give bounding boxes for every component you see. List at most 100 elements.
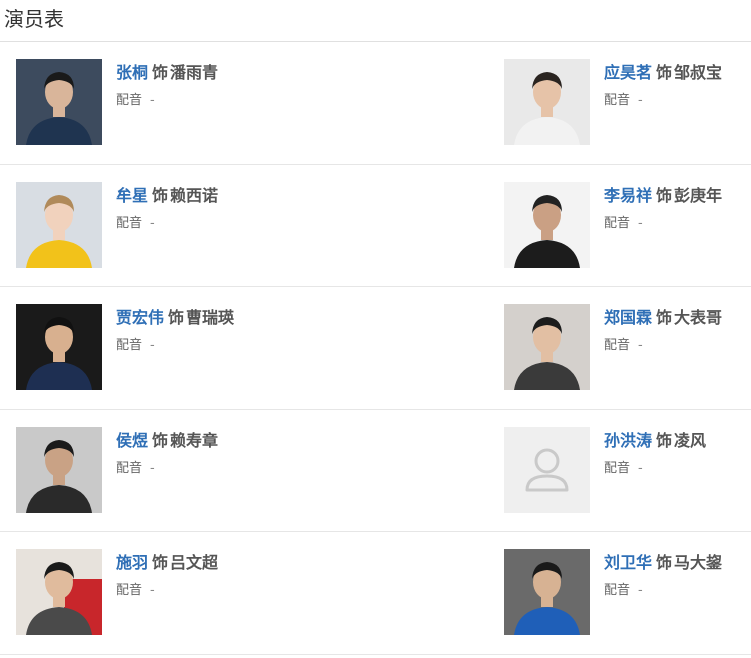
role-name: 吕文超	[170, 553, 219, 572]
actor-photo[interactable]	[504, 181, 590, 268]
as-label: 饰	[656, 430, 673, 450]
role-name: 曹瑞瑛	[186, 308, 235, 327]
dubbing-value: -	[150, 583, 155, 598]
as-label: 饰	[152, 430, 169, 450]
cast-title-line: 刘卫华饰马大鋆	[604, 551, 751, 575]
as-label: 饰	[152, 63, 169, 82]
cast-row: 侯煜饰赖寿章 配音 - 孙洪涛饰凌风 配音 -	[0, 410, 751, 532]
role-name: 大表哥	[674, 308, 723, 327]
cast-info: 贾宏伟饰曹瑞瑛 配音 -	[116, 306, 336, 355]
actor-photo-image	[16, 59, 102, 145]
actor-name-link[interactable]: 施羽	[116, 553, 148, 572]
dubbing-label: 配音	[116, 583, 143, 598]
dubbing-line: 配音 -	[116, 92, 336, 110]
cast-info: 孙洪涛饰凌风配音 -	[604, 429, 751, 478]
actor-name-link[interactable]: 刘卫华	[604, 553, 652, 572]
as-label: 饰	[152, 553, 169, 572]
dubbing-label: 配音	[116, 460, 143, 476]
avatar-placeholder-icon	[504, 426, 590, 513]
actor-photo-image	[16, 181, 102, 268]
actor-photo[interactable]	[504, 549, 590, 635]
cast-info: 刘卫华饰马大鋆配音 -	[604, 551, 751, 600]
actor-name-link[interactable]: 贾宏伟	[116, 308, 164, 327]
actor-photo[interactable]	[504, 59, 590, 145]
dubbing-line: 配音 -	[116, 460, 336, 478]
as-label: 饰	[656, 553, 673, 572]
cast-row: 张桐饰潘雨青 配音 - 应昊茗饰邹叔宝 配音 -	[0, 42, 751, 165]
actor-name-link[interactable]: 李易祥	[604, 186, 652, 205]
cast-item: 应昊茗饰邹叔宝 配音 -	[504, 59, 751, 147]
dubbing-line: 配音 -	[604, 582, 751, 600]
cast-title-line: 牟星饰赖西诺	[116, 184, 336, 208]
dubbing-value: -	[150, 215, 155, 231]
dubbing-label: 配音	[116, 338, 143, 353]
actor-name-link[interactable]: 应昊茗	[604, 63, 652, 82]
dubbing-value: -	[150, 460, 155, 476]
cast-title-line: 张桐饰潘雨青	[116, 61, 336, 85]
dubbing-line: 配音 -	[116, 337, 336, 355]
actor-photo-image	[16, 549, 102, 635]
cast-info: 应昊茗饰邹叔宝 配音 -	[604, 61, 751, 110]
actor-photo-image	[504, 304, 590, 390]
dubbing-value: -	[638, 215, 643, 231]
actor-photo-image	[504, 59, 590, 145]
actor-photo-image	[504, 181, 590, 268]
actor-name-link[interactable]: 张桐	[116, 63, 148, 82]
cast-info: 侯煜饰赖寿章配音 -	[116, 429, 336, 478]
dubbing-label: 配音	[604, 338, 631, 353]
actor-name-link[interactable]: 郑国霖	[604, 308, 652, 327]
dubbing-label: 配音	[116, 215, 143, 231]
role-name: 赖西诺	[170, 185, 219, 205]
dubbing-value: -	[638, 460, 643, 476]
role-name: 凌风	[674, 430, 707, 450]
actor-photo[interactable]	[16, 549, 102, 635]
dubbing-value: -	[150, 338, 155, 353]
cast-info: 郑国霖饰大表哥 配音 -	[604, 306, 751, 355]
cast-item: 刘卫华饰马大鋆配音 -	[504, 549, 751, 637]
actor-photo[interactable]	[16, 59, 102, 145]
cast-item: 牟星饰赖西诺配音 -	[16, 181, 316, 270]
actor-photo[interactable]	[504, 304, 590, 390]
actor-photo[interactable]	[16, 426, 102, 513]
dubbing-label: 配音	[116, 93, 143, 108]
cast-row: 牟星饰赖西诺 配音 - 李易祥饰彭庚年 配音 -	[0, 165, 751, 287]
actor-photo[interactable]	[504, 426, 590, 513]
dubbing-line: 配音 -	[604, 460, 751, 478]
role-name: 彭庚年	[674, 185, 723, 205]
actor-photo[interactable]	[16, 304, 102, 390]
dubbing-line: 配音 -	[604, 92, 751, 110]
dubbing-label: 配音	[604, 93, 631, 108]
as-label: 饰	[656, 308, 673, 327]
dubbing-value: -	[638, 93, 643, 108]
section-title: 演员表	[4, 7, 64, 31]
actor-name-link[interactable]: 侯煜	[116, 431, 148, 450]
as-label: 饰	[656, 185, 673, 205]
actor-name-link[interactable]: 牟星	[116, 186, 148, 205]
cast-item: 施羽饰吕文超配音 -	[16, 549, 316, 637]
cast-title-line: 孙洪涛饰凌风	[604, 429, 751, 453]
cast-title-line: 施羽饰吕文超	[116, 551, 336, 575]
role-name: 赖寿章	[170, 430, 219, 450]
cast-info: 李易祥饰彭庚年配音 -	[604, 184, 751, 233]
cast-title-line: 李易祥饰彭庚年	[604, 184, 751, 208]
dubbing-label: 配音	[604, 460, 631, 476]
cast-item: 李易祥饰彭庚年配音 -	[504, 181, 751, 270]
actor-photo-image	[16, 304, 102, 390]
cast-title-line: 侯煜饰赖寿章	[116, 429, 336, 453]
actor-name-link[interactable]: 孙洪涛	[604, 431, 652, 450]
actor-photo[interactable]	[16, 181, 102, 268]
dubbing-label: 配音	[604, 215, 631, 231]
cast-title-line: 郑国霖饰大表哥	[604, 306, 751, 330]
cast-row: 贾宏伟饰曹瑞瑛 配音 - 郑国霖饰大表哥 配音 -	[0, 287, 751, 410]
cast-item: 张桐饰潘雨青配音 -	[16, 59, 316, 147]
role-name: 潘雨青	[170, 63, 219, 82]
as-label: 饰	[152, 185, 169, 205]
dubbing-value: -	[150, 93, 155, 108]
dubbing-line: 配音 -	[604, 215, 751, 233]
cast-row: 施羽饰吕文超 配音 - 刘卫华饰马大鋆 配音 -	[0, 532, 751, 655]
cast-list: 张桐饰潘雨青 配音 - 应昊茗饰邹叔宝 配音 - 牟星饰赖西诺 配音 - 李易祥饰彭庚年 配音 - 贾宏…	[0, 42, 751, 655]
dubbing-line: 配音 -	[116, 582, 336, 600]
dubbing-value: -	[638, 583, 643, 598]
section-header: 演员表	[0, 0, 751, 42]
actor-photo-image	[16, 426, 102, 513]
